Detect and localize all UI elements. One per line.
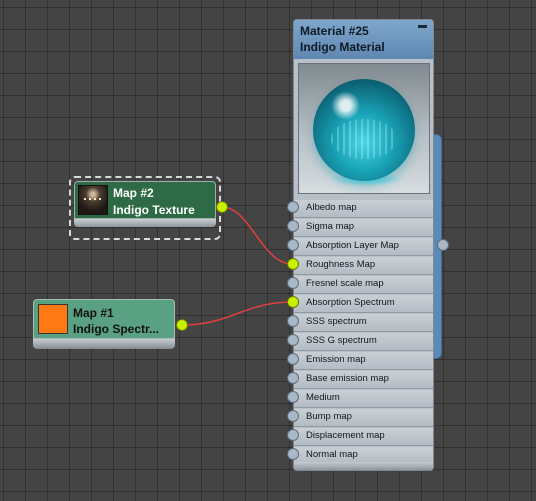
- material-slot[interactable]: Absorption Spectrum: [294, 295, 433, 313]
- slot-label: Absorption Spectrum: [306, 297, 395, 308]
- map1-title: Map #1: [73, 306, 114, 320]
- material-slot[interactable]: SSS spectrum: [294, 314, 433, 332]
- texture-thumbnail: [78, 185, 108, 215]
- slot-label: SSS G spectrum: [306, 335, 377, 346]
- material-slot[interactable]: SSS G spectrum: [294, 333, 433, 351]
- map1-node[interactable]: Map #1 Indigo Spectr...: [33, 299, 175, 339]
- material-slot[interactable]: Bump map: [294, 409, 433, 427]
- material-subtitle: Indigo Material: [300, 40, 385, 54]
- minimize-icon[interactable]: [418, 25, 427, 28]
- map1-output-socket[interactable]: [176, 319, 188, 331]
- slot-label: Albedo map: [306, 202, 357, 213]
- map2-output-socket[interactable]: [216, 201, 228, 213]
- material-slot[interactable]: Absorption Layer Map: [294, 238, 433, 256]
- slot-label: Fresnel scale map: [306, 278, 384, 289]
- slot-input-socket[interactable]: [287, 296, 299, 308]
- map2-node-footer: [74, 219, 216, 227]
- color-swatch: [38, 304, 68, 334]
- material-slot[interactable]: Emission map: [294, 352, 433, 370]
- map2-subtitle: Indigo Texture: [113, 203, 195, 217]
- wire-map1-absorption[interactable]: [182, 301, 293, 326]
- slot-input-socket[interactable]: [287, 429, 299, 441]
- slot-input-socket[interactable]: [287, 220, 299, 232]
- slot-input-socket[interactable]: [287, 258, 299, 270]
- material-slot[interactable]: Roughness Map: [294, 257, 433, 275]
- slot-input-socket[interactable]: [287, 239, 299, 251]
- slot-input-socket[interactable]: [287, 334, 299, 346]
- slot-label: Roughness Map: [306, 259, 376, 270]
- slot-input-socket[interactable]: [287, 201, 299, 213]
- map2-node[interactable]: Map #2 Indigo Texture: [74, 181, 216, 219]
- slot-label: Emission map: [306, 354, 366, 365]
- material-slot[interactable]: Base emission map: [294, 371, 433, 389]
- slot-label: Normal map: [306, 449, 358, 460]
- connection-wires: [182, 206, 293, 326]
- slot-input-socket[interactable]: [287, 315, 299, 327]
- slot-input-socket[interactable]: [287, 277, 299, 289]
- slot-label: Displacement map: [306, 430, 385, 441]
- material-header[interactable]: Material #25 Indigo Material: [294, 20, 433, 59]
- slot-label: Base emission map: [306, 373, 389, 384]
- slot-label: Bump map: [306, 411, 352, 422]
- material-output-socket[interactable]: [437, 239, 449, 251]
- map1-node-footer: [33, 339, 175, 349]
- material-slot[interactable]: Fresnel scale map: [294, 276, 433, 294]
- slot-input-socket[interactable]: [287, 391, 299, 403]
- material-footer: [294, 462, 433, 470]
- slot-input-socket[interactable]: [287, 372, 299, 384]
- material-slot[interactable]: Medium: [294, 390, 433, 408]
- material-preview: [298, 63, 430, 194]
- material-slot[interactable]: Displacement map: [294, 428, 433, 446]
- preview-sphere: [313, 79, 415, 181]
- slot-input-socket[interactable]: [287, 353, 299, 365]
- slot-label: Sigma map: [306, 221, 355, 232]
- slot-input-socket[interactable]: [287, 410, 299, 422]
- material-title: Material #25: [300, 24, 369, 38]
- wire-map2-roughness[interactable]: [221, 206, 293, 265]
- slot-label: SSS spectrum: [306, 316, 367, 327]
- material-slot[interactable]: Albedo map: [294, 200, 433, 218]
- map2-title: Map #2: [113, 186, 154, 200]
- slot-label: Absorption Layer Map: [306, 240, 399, 251]
- material-node[interactable]: Material #25 Indigo Material Albedo map S…: [293, 19, 434, 471]
- material-slot[interactable]: Sigma map: [294, 219, 433, 237]
- map1-subtitle: Indigo Spectr...: [73, 322, 160, 336]
- slot-label: Medium: [306, 392, 340, 403]
- slot-input-socket[interactable]: [287, 448, 299, 460]
